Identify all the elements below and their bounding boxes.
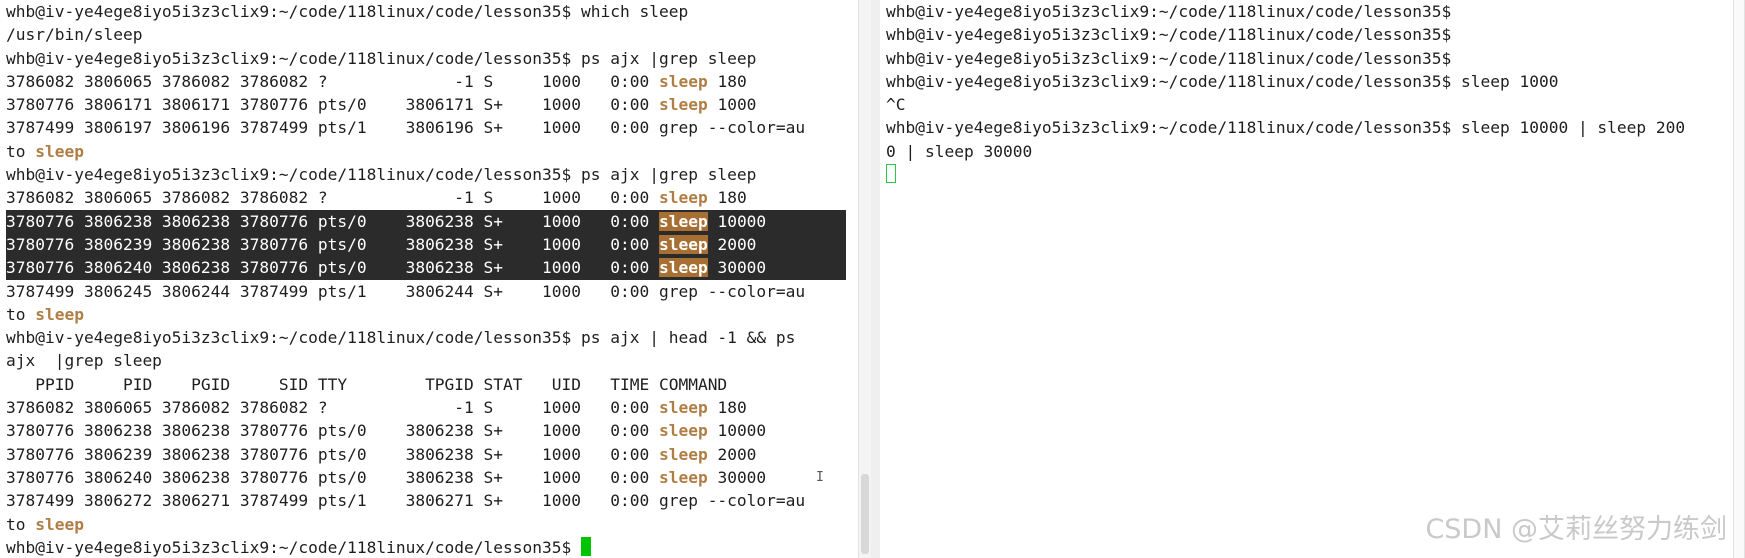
terminal-line: 0 | sleep 30000 (886, 140, 1685, 163)
terminal-line: 3787499 3806197 3806196 3787499 pts/1 38… (6, 116, 846, 139)
terminal-line: 3786082 3806065 3786082 3786082 ? -1 S 1… (6, 70, 846, 93)
left-terminal-pane[interactable]: whb@iv-ye4ege8iyo5i3z3clix9:~/code/118li… (0, 0, 858, 558)
terminal-text: ^C (886, 95, 906, 115)
terminal-text: whb@iv-ye4ege8iyo5i3z3clix9:~/code/118li… (6, 48, 757, 68)
terminal-line: 3780776 3806239 3806238 3780776 pts/0 38… (6, 232, 846, 257)
terminal-text: 3780776 3806238 3806238 3780776 pts/0 38… (6, 421, 659, 441)
terminal-text: 3780776 3806239 3806238 3780776 pts/0 38… (6, 444, 659, 464)
terminal-line: 3780776 3806238 3806238 3780776 pts/0 38… (6, 209, 846, 233)
terminal-line: whb@iv-ye4ege8iyo5i3z3clix9:~/code/118li… (886, 116, 1685, 139)
terminal-line: ^C (886, 93, 1685, 116)
terminal-text: 180 (707, 71, 747, 91)
terminal-text: 180 (707, 188, 747, 208)
terminal-line: to sleep (6, 140, 846, 163)
terminal-text: 2000 (707, 444, 757, 464)
left-terminal-scrollbar[interactable] (858, 0, 872, 558)
terminal-line: 3787499 3806245 3806244 3787499 pts/1 38… (6, 280, 846, 303)
grep-match-highlight: sleep (658, 421, 708, 441)
terminal-text: PPID PID PGID SID TTY TPGID STAT UID TIM… (6, 374, 728, 394)
terminal-text: to (6, 304, 36, 324)
terminal-text: 0 | sleep 30000 (886, 141, 1033, 161)
terminal-text: whb@iv-ye4ege8iyo5i3z3clix9:~/code/118li… (886, 71, 1559, 91)
terminal-line: 3780776 3806239 3806238 3780776 pts/0 38… (6, 443, 846, 466)
terminal-text: /usr/bin/sleep (6, 25, 143, 45)
right-terminal-scrollbar[interactable] (1733, 0, 1745, 558)
terminal-text: 3780776 3806171 3806171 3780776 pts/0 38… (6, 95, 659, 115)
terminal-text: 3786082 3806065 3786082 3786082 ? -1 S 1… (6, 188, 659, 208)
watermark: CSDN @艾莉丝努力练剑 (1425, 514, 1727, 545)
grep-match-highlight: sleep (658, 71, 708, 91)
terminal-line: 3780776 3806240 3806238 3780776 pts/0 38… (6, 256, 846, 280)
terminal-line: whb@iv-ye4ege8iyo5i3z3clix9:~/code/118li… (6, 536, 846, 558)
terminal-line: 3786082 3806065 3786082 3786082 ? -1 S 1… (6, 186, 846, 209)
terminal-line: to sleep (6, 513, 846, 536)
terminal-line: 3780776 3806171 3806171 3780776 pts/0 38… (6, 93, 846, 116)
terminal-text: whb@iv-ye4ege8iyo5i3z3clix9:~/code/118li… (886, 25, 1452, 45)
grep-match-highlight: sleep (658, 258, 708, 278)
terminal-text: 2000 (707, 234, 757, 254)
terminal-line: ajx |grep sleep (6, 349, 846, 372)
terminal-line: whb@iv-ye4ege8iyo5i3z3clix9:~/code/118li… (886, 0, 1685, 23)
terminal-text: 3787499 3806197 3806196 3787499 pts/1 38… (6, 118, 806, 138)
terminal-line: whb@iv-ye4ege8iyo5i3z3clix9:~/code/118li… (886, 70, 1685, 93)
terminal-text: 3780776 3806240 3806238 3780776 pts/0 38… (6, 467, 659, 487)
grep-match-highlight: sleep (658, 234, 708, 254)
terminal-text: 10000 (707, 421, 767, 441)
terminal-text: 180 (707, 398, 747, 418)
terminal-line: whb@iv-ye4ege8iyo5i3z3clix9:~/code/118li… (6, 163, 846, 186)
right-terminal-pane[interactable]: whb@iv-ye4ege8iyo5i3z3clix9:~/code/118li… (880, 0, 1745, 558)
terminal-text: whb@iv-ye4ege8iyo5i3z3clix9:~/code/118li… (886, 2, 1452, 21)
terminal-line: to sleep (6, 303, 846, 326)
terminal-text: 3786082 3806065 3786082 3786082 ? -1 S 1… (6, 398, 659, 418)
terminal-text: 3780776 3806240 3806238 3780776 pts/0 38… (6, 258, 659, 278)
terminal-line: 3780776 3806240 3806238 3780776 pts/0 38… (6, 466, 846, 489)
terminal-line: whb@iv-ye4ege8iyo5i3z3clix9:~/code/118li… (886, 47, 1685, 70)
terminal-text: 30000 (707, 467, 767, 487)
terminal-line: 3786082 3806065 3786082 3786082 ? -1 S 1… (6, 396, 846, 419)
terminal-text: whb@iv-ye4ege8iyo5i3z3clix9:~/code/118li… (6, 328, 796, 348)
terminal-text: 3787499 3806245 3806244 3787499 pts/1 38… (6, 281, 806, 301)
terminal-text: whb@iv-ye4ege8iyo5i3z3clix9:~/code/118li… (886, 118, 1686, 138)
mouse-ibeam-icon: I (816, 470, 824, 485)
grep-match-highlight: sleep (658, 444, 708, 464)
grep-match-highlight: sleep (35, 514, 84, 534)
grep-match-highlight: sleep (658, 188, 708, 208)
left-scrollbar-thumb[interactable] (861, 474, 869, 554)
right-terminal-output[interactable]: whb@iv-ye4ege8iyo5i3z3clix9:~/code/118li… (886, 0, 1685, 186)
terminal-line: 3787499 3806272 3806271 3787499 pts/1 38… (6, 489, 846, 512)
grep-match-highlight: sleep (35, 141, 84, 161)
terminal-line: whb@iv-ye4ege8iyo5i3z3clix9:~/code/118li… (6, 0, 846, 23)
terminal-text: whb@iv-ye4ege8iyo5i3z3clix9:~/code/118li… (6, 165, 757, 185)
terminal-text: 3787499 3806272 3806271 3787499 pts/1 38… (6, 491, 806, 511)
terminal-text: whb@iv-ye4ege8iyo5i3z3clix9:~/code/118li… (6, 2, 689, 21)
terminal-line: /usr/bin/sleep (6, 23, 846, 46)
terminal-text: whb@iv-ye4ege8iyo5i3z3clix9:~/code/118li… (886, 48, 1452, 68)
left-terminal-output[interactable]: whb@iv-ye4ege8iyo5i3z3clix9:~/code/118li… (6, 0, 846, 558)
grep-match-highlight: sleep (658, 95, 708, 115)
grep-match-highlight: sleep (658, 398, 708, 418)
terminal-text: 10000 (707, 211, 767, 231)
terminal-line: whb@iv-ye4ege8iyo5i3z3clix9:~/code/118li… (6, 47, 846, 70)
terminal-text: 1000 (707, 95, 757, 115)
terminal-line: whb@iv-ye4ege8iyo5i3z3clix9:~/code/118li… (886, 23, 1685, 46)
terminal-cursor (886, 164, 896, 184)
terminal-text: to (6, 141, 36, 161)
terminal-line: 3780776 3806238 3806238 3780776 pts/0 38… (6, 419, 846, 442)
terminal-text: whb@iv-ye4ege8iyo5i3z3clix9:~/code/118li… (6, 537, 581, 557)
terminal-text: 30000 (707, 258, 767, 278)
grep-match-highlight: sleep (658, 467, 708, 487)
terminal-text: to (6, 514, 36, 534)
grep-match-highlight: sleep (658, 211, 708, 231)
terminal-text: 3780776 3806239 3806238 3780776 pts/0 38… (6, 234, 659, 254)
terminal-text: 3786082 3806065 3786082 3786082 ? -1 S 1… (6, 71, 659, 91)
grep-match-highlight: sleep (35, 304, 84, 324)
terminal-line (886, 163, 1685, 186)
terminal-line: whb@iv-ye4ege8iyo5i3z3clix9:~/code/118li… (6, 326, 846, 349)
terminal-cursor (581, 536, 591, 556)
terminal-line: PPID PID PGID SID TTY TPGID STAT UID TIM… (6, 373, 846, 396)
terminal-text: ajx |grep sleep (6, 351, 162, 371)
terminal-text: 3780776 3806238 3806238 3780776 pts/0 38… (6, 211, 659, 231)
